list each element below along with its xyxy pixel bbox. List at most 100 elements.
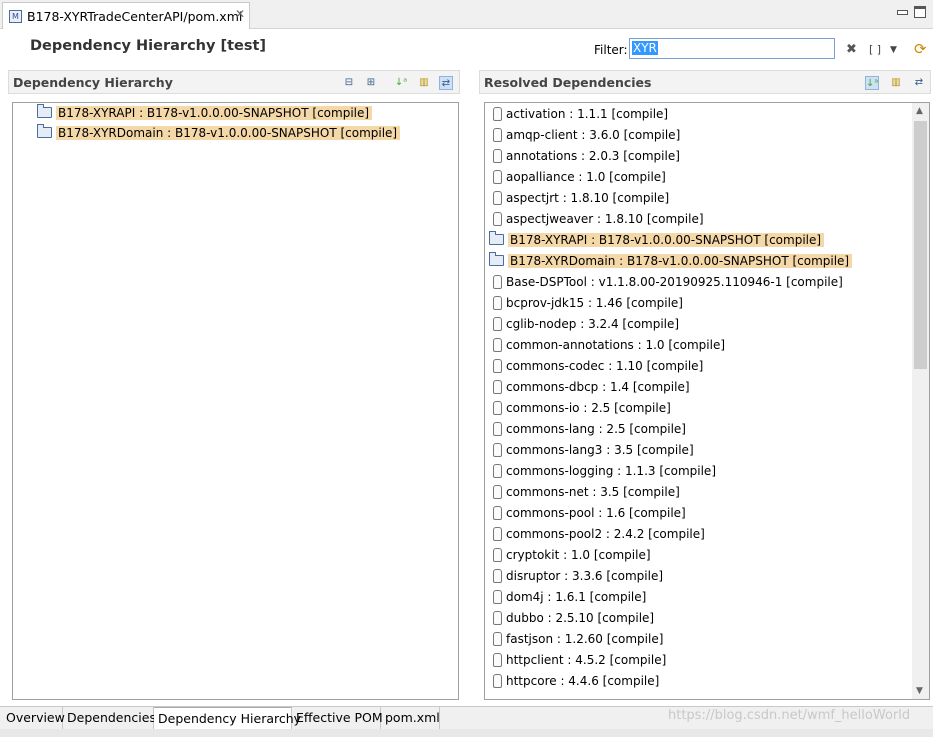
list-item[interactable]: activation : 1.1.1 [compile]: [493, 104, 668, 124]
list-item[interactable]: amqp-client : 3.6.0 [compile]: [493, 125, 680, 145]
expand-all-icon[interactable]: ⊞: [364, 76, 378, 90]
collapse-all-icon[interactable]: ⊟: [342, 76, 356, 90]
list-item-label: commons-logging : 1.1.3 [compile]: [506, 464, 716, 478]
list-item[interactable]: cryptokit : 1.0 [compile]: [493, 545, 651, 565]
tree-item[interactable]: B178-XYRDomain : B178-v1.0.0.00-SNAPSHOT…: [37, 123, 401, 143]
list-item[interactable]: commons-lang3 : 3.5 [compile]: [493, 440, 694, 460]
close-icon[interactable]: ✕: [235, 7, 245, 21]
list-item[interactable]: commons-logging : 1.1.3 [compile]: [493, 461, 716, 481]
maven-file-icon: M: [9, 10, 22, 23]
tree-item[interactable]: B178-XYRAPI : B178-v1.0.0.00-SNAPSHOT [c…: [37, 103, 373, 123]
jar-icon: [493, 358, 502, 373]
list-item[interactable]: commons-io : 2.5 [compile]: [493, 398, 671, 418]
list-item-label: commons-codec : 1.10 [compile]: [506, 359, 704, 373]
list-item[interactable]: common-annotations : 1.0 [compile]: [493, 335, 725, 355]
list-item[interactable]: commons-dbcp : 1.4 [compile]: [493, 377, 690, 397]
filter-value: XYR: [632, 41, 658, 55]
list-item[interactable]: dom4j : 1.6.1 [compile]: [493, 587, 646, 607]
list-item-label: httpclient : 4.5.2 [compile]: [506, 653, 667, 667]
open-folder-icon: [489, 252, 504, 266]
vertical-scrollbar[interactable]: ▲ ▼: [912, 103, 929, 699]
list-item[interactable]: commons-pool : 1.6 [compile]: [493, 503, 686, 523]
list-item[interactable]: aopalliance : 1.0 [compile]: [493, 167, 666, 187]
page-title: Dependency Hierarchy [test]: [30, 38, 267, 54]
scroll-down-icon[interactable]: ▼: [916, 686, 923, 696]
list-item[interactable]: B178-XYRDomain : B178-v1.0.0.00-SNAPSHOT…: [489, 251, 853, 271]
show-groupid-icon[interactable]: ▥: [417, 76, 431, 90]
list-item[interactable]: annotations : 2.0.3 [compile]: [493, 146, 680, 166]
jar-icon: [493, 169, 502, 184]
list-item[interactable]: commons-net : 3.5 [compile]: [493, 482, 680, 502]
list-item[interactable]: aspectjrt : 1.8.10 [compile]: [493, 188, 669, 208]
list-item[interactable]: commons-codec : 1.10 [compile]: [493, 356, 703, 376]
list-item[interactable]: disruptor : 3.3.6 [compile]: [493, 566, 663, 586]
list-item[interactable]: cglib-nodep : 3.2.4 [compile]: [493, 314, 679, 334]
dependency-hierarchy-tree[interactable]: B178-XYRAPI : B178-v1.0.0.00-SNAPSHOT [c…: [12, 102, 459, 700]
jar-icon: [493, 316, 502, 331]
watermark: https://blog.csdn.net/wmf_helloWorld: [668, 708, 911, 723]
sort-icon[interactable]: ↓ᵃ: [394, 76, 408, 90]
jar-icon: [493, 106, 502, 121]
editor-tab-pom[interactable]: M B178-XYRTradeCenterAPI/pom.xml ✕: [2, 2, 250, 29]
scroll-up-icon[interactable]: ▲: [916, 106, 923, 116]
list-item-label: Base-DSPTool : v1.1.8.00-20190925.110946…: [506, 275, 843, 289]
tab-dependencies[interactable]: Dependencies: [63, 707, 156, 729]
list-item-label: disruptor : 3.3.6 [compile]: [506, 569, 664, 583]
list-item[interactable]: httpclient : 4.5.2 [compile]: [493, 650, 666, 670]
list-item[interactable]: fastjson : 1.2.60 [compile]: [493, 629, 663, 649]
list-item-label: cglib-nodep : 3.2.4 [compile]: [506, 317, 680, 331]
jar-icon: [493, 337, 502, 352]
open-folder-icon: [37, 124, 52, 138]
list-item[interactable]: httpcore : 4.4.6 [compile]: [493, 671, 659, 691]
list-item[interactable]: commons-lang : 2.5 [compile]: [493, 419, 686, 439]
jar-icon: [493, 190, 502, 205]
list-item[interactable]: commons-pool2 : 2.4.2 [compile]: [493, 524, 705, 544]
list-item-label: amqp-client : 3.6.0 [compile]: [506, 128, 681, 142]
list-item-label: common-annotations : 1.0 [compile]: [506, 338, 726, 352]
show-groupid-icon[interactable]: ▥: [889, 76, 903, 90]
filter-input[interactable]: XYR: [629, 38, 835, 59]
editor-tab-bar: M B178-XYRTradeCenterAPI/pom.xml ✕: [0, 0, 933, 29]
list-item-label: commons-pool : 1.6 [compile]: [506, 506, 686, 520]
list-item[interactable]: dubbo : 2.5.10 [compile]: [493, 608, 654, 628]
jar-icon: [493, 463, 502, 478]
dependency-hierarchy-title: Dependency Hierarchy: [13, 75, 173, 90]
sort-icon[interactable]: ↓ᵃ: [865, 76, 879, 90]
maximize-icon[interactable]: [914, 6, 926, 18]
list-item[interactable]: aspectjweaver : 1.8.10 [compile]: [493, 209, 704, 229]
list-item[interactable]: Base-DSPTool : v1.1.8.00-20190925.110946…: [493, 272, 843, 292]
jar-icon: [493, 211, 502, 226]
list-item-label: aspectjrt : 1.8.10 [compile]: [506, 191, 670, 205]
tab-overview[interactable]: Overview: [2, 707, 65, 729]
tab-effective-pom[interactable]: Effective POM: [292, 707, 383, 729]
list-item-label: cryptokit : 1.0 [compile]: [506, 548, 651, 562]
status-bar: [0, 729, 933, 737]
list-item-label: aopalliance : 1.0 [compile]: [506, 170, 666, 184]
open-folder-icon: [489, 231, 504, 245]
tab-dependency-hierarchy[interactable]: Dependency Hierarchy: [154, 707, 301, 729]
brackets-icon[interactable]: [ ]: [869, 42, 881, 58]
jar-icon: [493, 631, 502, 646]
list-item-label: commons-lang3 : 3.5 [compile]: [506, 443, 694, 457]
refresh-icon[interactable]: ⟳: [914, 41, 927, 57]
tab-pom-xml[interactable]: pom.xml: [381, 707, 440, 729]
list-item-label: dubbo : 2.5.10 [compile]: [506, 611, 655, 625]
minimize-icon[interactable]: [896, 6, 908, 18]
list-item-label: commons-dbcp : 1.4 [compile]: [506, 380, 690, 394]
list-item-label: B178-XYRDomain : B178-v1.0.0.00-SNAPSHOT…: [508, 254, 853, 268]
list-item[interactable]: B178-XYRAPI : B178-v1.0.0.00-SNAPSHOT [c…: [489, 230, 825, 250]
jar-icon: [493, 610, 502, 625]
list-item[interactable]: bcprov-jdk15 : 1.46 [compile]: [493, 293, 683, 313]
resolved-dependencies-list[interactable]: activation : 1.1.1 [compile] amqp-client …: [484, 102, 930, 700]
list-item-label: aspectjweaver : 1.8.10 [compile]: [506, 212, 704, 226]
jar-icon: [493, 673, 502, 688]
clear-filter-icon[interactable]: ✖: [846, 42, 857, 58]
jar-icon: [493, 505, 502, 520]
filter-toggle-icon[interactable]: ⇄: [439, 76, 453, 90]
jar-icon: [493, 421, 502, 436]
scrollbar-thumb[interactable]: [914, 121, 927, 369]
jar-icon: [493, 379, 502, 394]
filter-toggle-icon[interactable]: ⇄: [912, 76, 926, 90]
editor-tab-title: B178-XYRTradeCenterAPI/pom.xml: [27, 9, 243, 24]
chevron-down-icon[interactable]: ▼: [890, 42, 897, 58]
